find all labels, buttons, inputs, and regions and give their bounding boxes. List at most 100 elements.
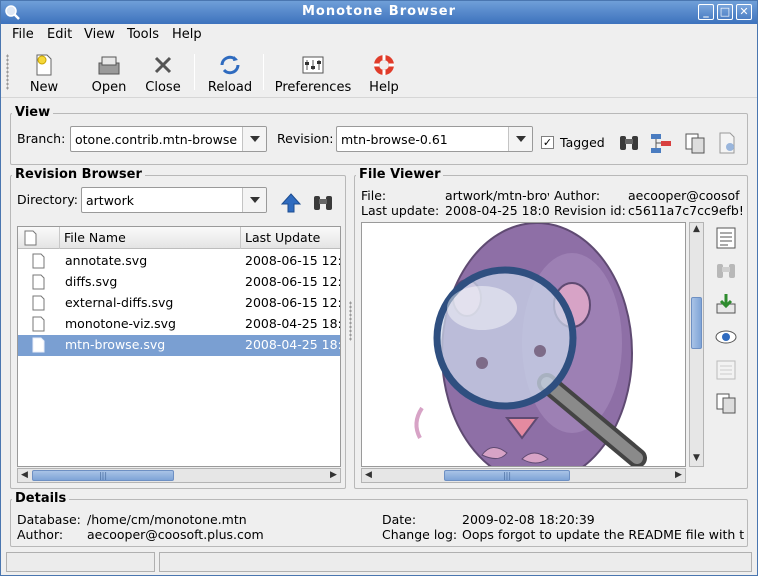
new-button[interactable]: New — [23, 50, 65, 96]
revision-combo[interactable]: mtn-browse-0.61 — [336, 126, 533, 152]
viewer-vscrollbar[interactable]: ▲ ▼ — [689, 222, 704, 467]
scroll-down-icon[interactable]: ▼ — [690, 452, 703, 465]
open-database-icon — [98, 56, 120, 75]
binoculars-icon[interactable] — [617, 131, 641, 155]
help-label: Help — [369, 80, 399, 95]
menu-tools[interactable]: Tools — [127, 27, 159, 42]
open-button[interactable]: Open — [87, 50, 131, 96]
scrollbar-thumb[interactable]: ||| — [32, 470, 174, 481]
menu-file[interactable]: File — [12, 27, 34, 42]
file-details-icon[interactable] — [714, 358, 738, 382]
revision-graph-icon[interactable] — [649, 131, 673, 155]
view-file-eye-icon[interactable] — [714, 325, 738, 349]
icon-column-header[interactable] — [18, 227, 60, 249]
chevron-down-icon[interactable] — [242, 188, 266, 212]
file-row[interactable]: annotate.svg 2008-06-15 12: — [18, 251, 340, 272]
file-last-update: 2008-04-25 18: — [245, 316, 341, 331]
filename-header-label: File Name — [64, 230, 126, 245]
scroll-right-icon[interactable]: ▶ — [672, 469, 685, 482]
help-button[interactable]: Help — [365, 50, 403, 96]
column-header-filename[interactable]: File Name — [60, 227, 241, 249]
scroll-right-icon[interactable]: ▶ — [327, 469, 340, 482]
file-viewer-title: File Viewer — [356, 167, 444, 182]
revision-label: Revision: — [277, 131, 334, 146]
preferences-icon — [302, 56, 324, 74]
file-last-update: 2008-06-15 12: — [245, 253, 341, 268]
chevron-down-icon[interactable] — [508, 127, 532, 151]
pane-resize-handle[interactable] — [349, 301, 352, 341]
last-update-value: 2008-04-25 18:0 — [445, 203, 549, 218]
lastupdate-header-label: Last Update — [245, 230, 321, 245]
view-frame-title: View — [12, 105, 54, 120]
file-list[interactable]: File Name Last Update annotate.svg 2008-0… — [17, 226, 341, 467]
tagged-checkbox[interactable]: ✓ — [541, 136, 554, 149]
branch-label: Branch: — [17, 131, 66, 146]
file-name: diffs.svg — [65, 274, 118, 289]
directory-value: artwork — [86, 193, 134, 208]
copy-icon[interactable] — [683, 131, 707, 155]
file-list-hscrollbar[interactable]: ◀ ||| ▶ — [17, 468, 341, 483]
maximize-icon[interactable]: □ — [717, 4, 733, 20]
revision-details-icon[interactable] — [715, 131, 739, 155]
file-icon — [32, 316, 45, 332]
help-lifebuoy-icon — [374, 55, 394, 75]
file-row[interactable]: monotone-viz.svg 2008-04-25 18: — [18, 314, 340, 335]
close-label: Close — [145, 80, 181, 95]
file-row[interactable]: mtn-browse.svg 2008-04-25 18: — [18, 335, 340, 356]
menu-help[interactable]: Help — [172, 27, 202, 42]
date-label: Date: — [382, 512, 417, 527]
copy-file-icon[interactable] — [714, 391, 738, 415]
details-title: Details — [12, 491, 70, 506]
change-log-value: Oops forgot to update the README file wi… — [462, 527, 744, 542]
toolbar-separator — [263, 54, 264, 90]
preferences-button[interactable]: Preferences — [271, 50, 355, 96]
status-progress — [6, 552, 155, 572]
find-files-icon[interactable] — [311, 191, 335, 215]
scroll-left-icon[interactable]: ◀ — [18, 469, 31, 482]
viewer-hscrollbar[interactable]: ◀ ||| ▶ — [361, 468, 686, 483]
scrollbar-thumb[interactable]: ||| — [444, 470, 570, 481]
tagged-label: Tagged — [560, 135, 605, 150]
image-viewer[interactable] — [361, 222, 686, 467]
scroll-left-icon[interactable]: ◀ — [362, 469, 375, 482]
file-icon — [32, 337, 45, 353]
minimize-icon[interactable]: _ — [698, 4, 714, 20]
save-file-icon[interactable] — [714, 292, 738, 316]
window-title: Monotone Browser — [301, 4, 457, 19]
close-window-icon[interactable]: ✕ — [736, 4, 752, 20]
details-author-value: aecooper@coosoft.plus.com — [87, 527, 264, 542]
author-label: Author: — [554, 188, 601, 203]
directory-combo[interactable]: artwork — [81, 187, 267, 213]
menu-view[interactable]: View — [84, 27, 115, 42]
file-last-update: 2008-06-15 12: — [245, 274, 341, 289]
file-name: external-diffs.svg — [65, 295, 174, 310]
branch-combo[interactable]: otone.contrib.mtn-browse — [70, 126, 267, 152]
menu-edit[interactable]: Edit — [47, 27, 72, 42]
close-button[interactable]: Close — [141, 50, 185, 96]
up-directory-icon[interactable] — [279, 191, 303, 215]
reload-button[interactable]: Reload — [205, 50, 255, 96]
menu-bar: File Edit View Tools Help — [1, 24, 757, 46]
file-icon — [32, 295, 45, 311]
scrollbar-thumb[interactable] — [691, 297, 702, 349]
database-label: Database: — [17, 512, 81, 527]
file-row[interactable]: external-diffs.svg 2008-06-15 12: — [18, 293, 340, 314]
file-last-update: 2008-06-15 12: — [245, 295, 341, 310]
search-text-icon[interactable] — [714, 259, 738, 283]
chevron-down-icon[interactable] — [242, 127, 266, 151]
reload-icon — [220, 55, 240, 75]
author-value: aecooper@coosof — [628, 188, 740, 203]
toolbar-grip[interactable] — [6, 54, 9, 90]
file-icon — [32, 274, 45, 290]
preferences-label: Preferences — [274, 80, 352, 95]
new-document-icon — [36, 54, 52, 76]
file-list-header: File Name Last Update — [18, 227, 340, 249]
annotate-icon[interactable] — [714, 226, 738, 250]
app-window: Monotone Browser _ □ ✕ File Edit View To… — [0, 0, 758, 576]
scroll-up-icon[interactable]: ▲ — [690, 223, 703, 236]
file-row[interactable]: diffs.svg 2008-06-15 12: — [18, 272, 340, 293]
column-header-lastupdate[interactable]: Last Update — [241, 227, 340, 249]
title-bar[interactable]: Monotone Browser _ □ ✕ — [1, 1, 757, 24]
revision-browser-title: Revision Browser — [12, 167, 145, 182]
new-label: New — [29, 80, 59, 95]
